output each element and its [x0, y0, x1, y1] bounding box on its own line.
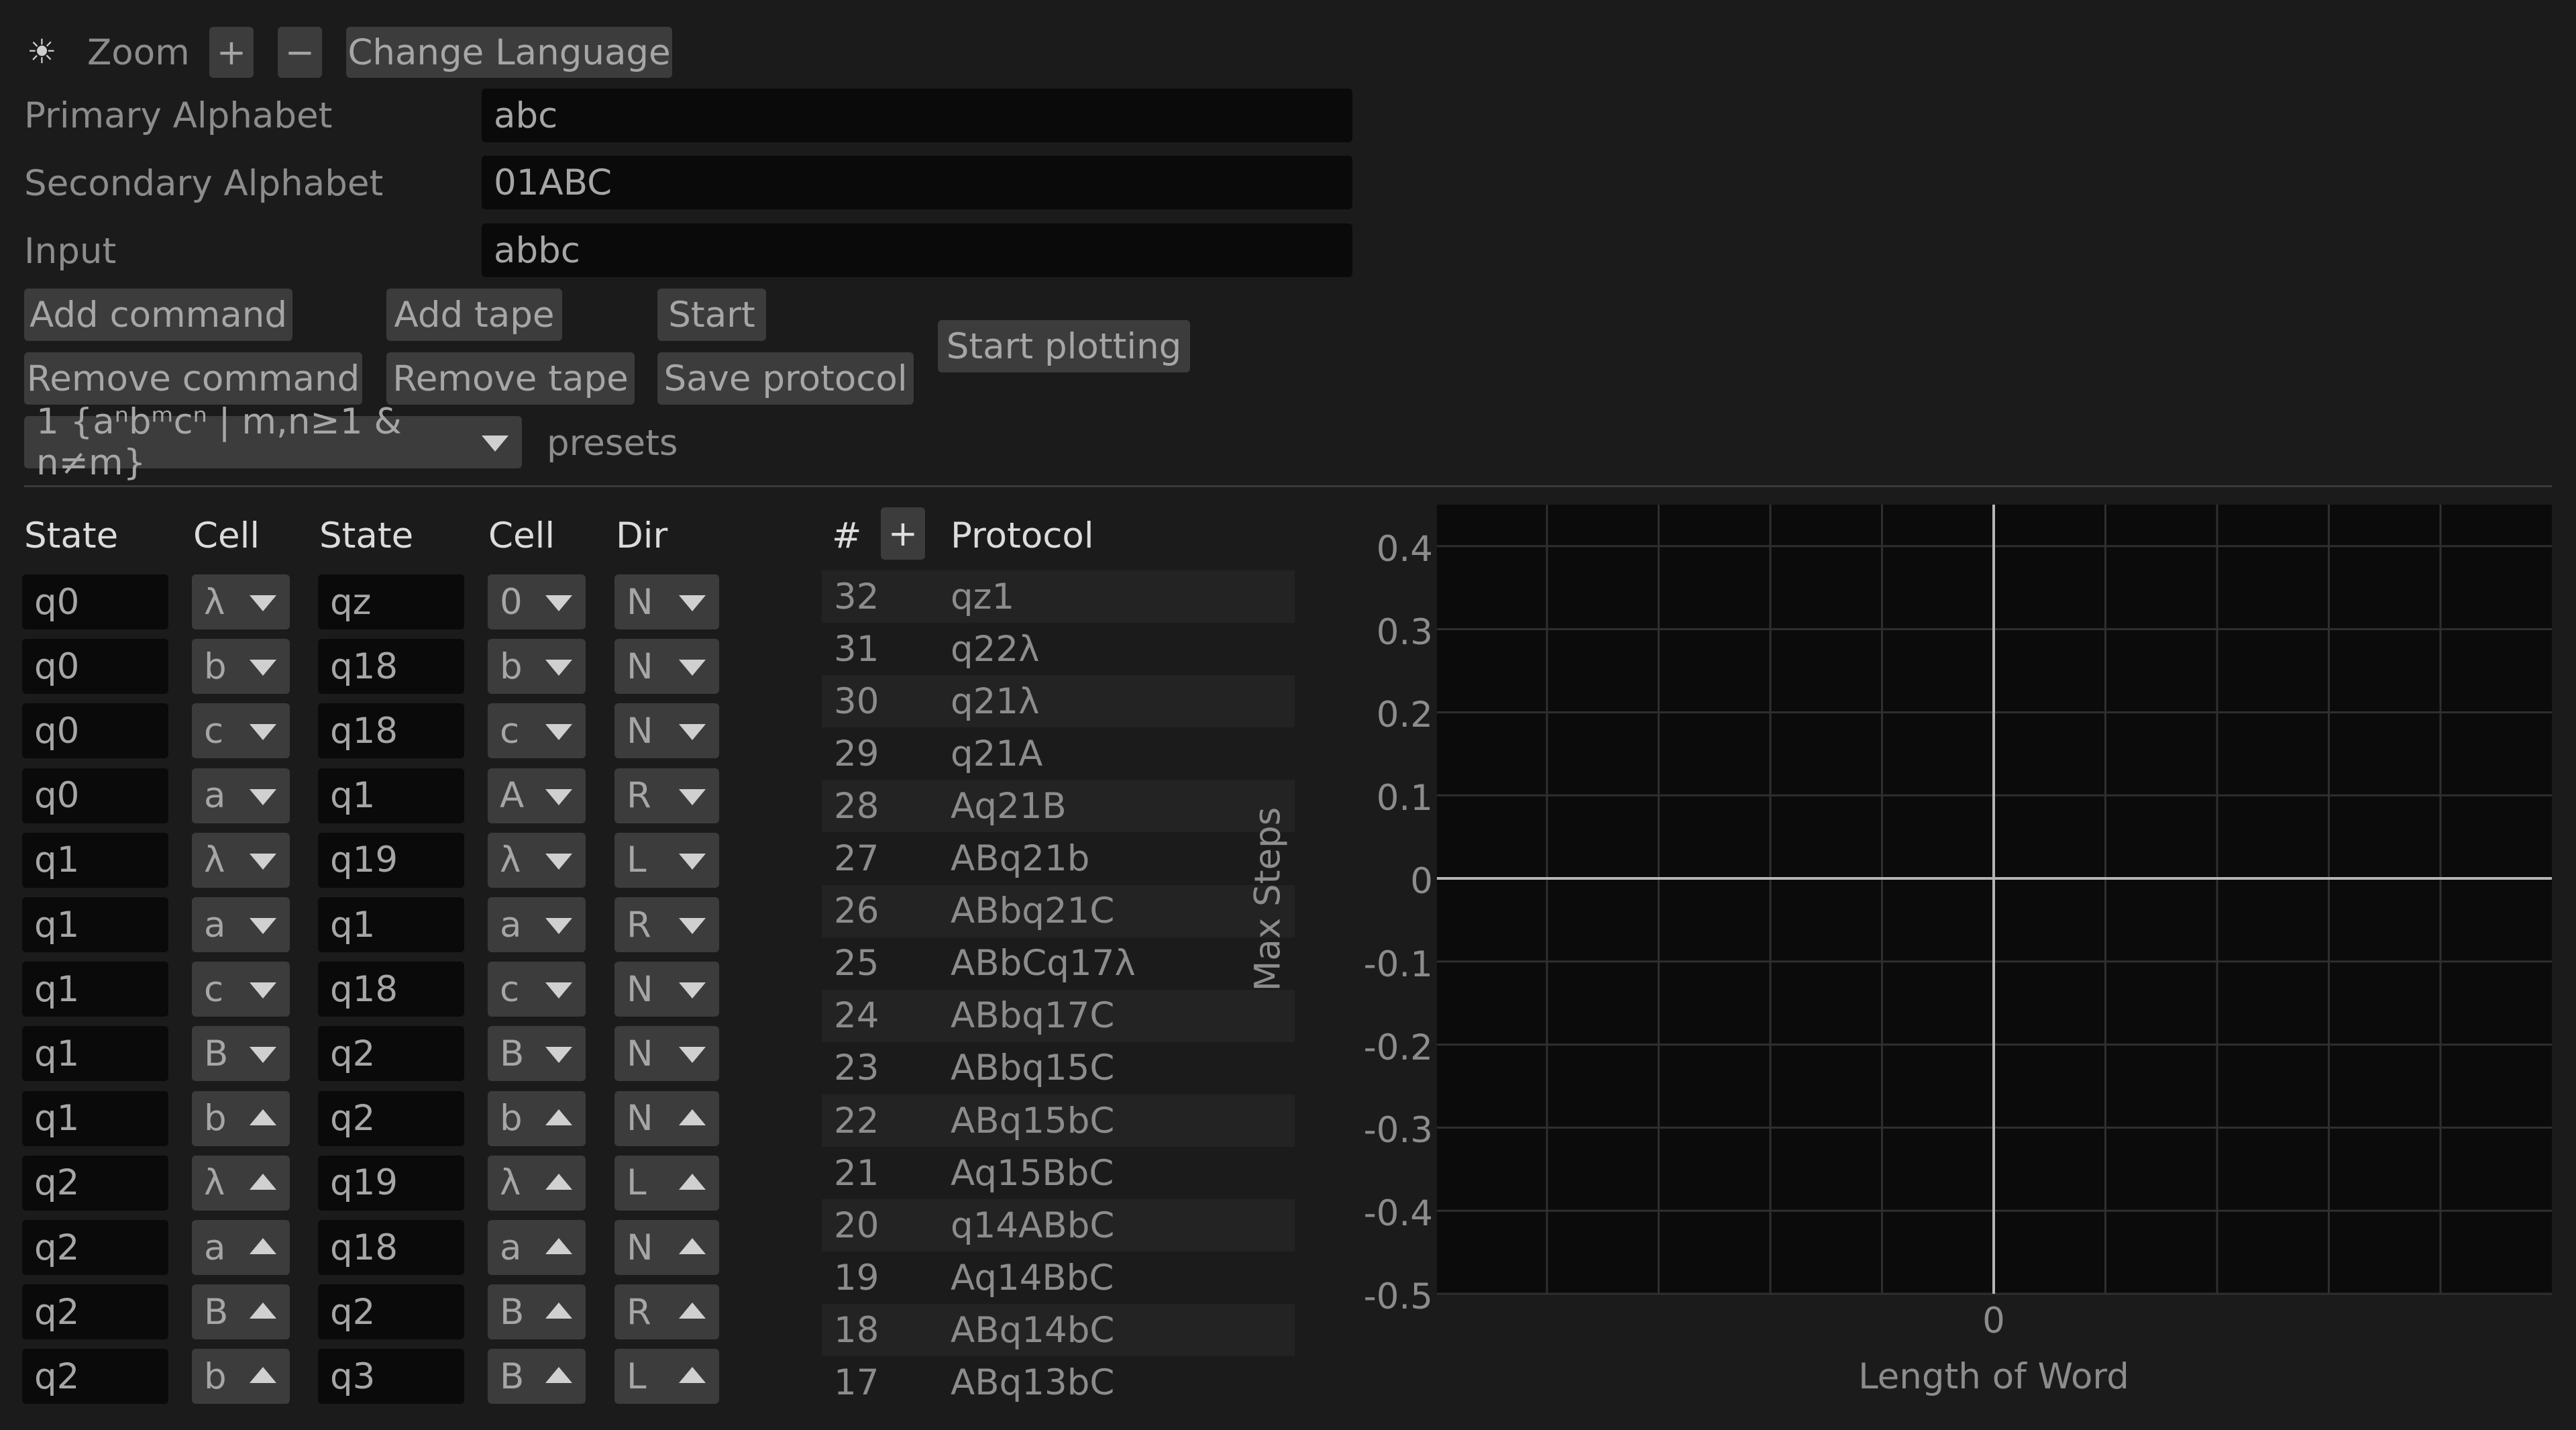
y-tick-label: -0.3 — [1363, 1110, 1433, 1152]
y-tick-label: 0 — [1410, 861, 1433, 903]
y-tick-label: -0.4 — [1363, 1193, 1433, 1235]
y-tick-label: -0.1 — [1363, 943, 1433, 985]
y-tick-label: 0.4 — [1376, 528, 1433, 570]
plot-svg — [1437, 505, 2552, 1295]
y-tick-label: -0.5 — [1363, 1276, 1433, 1317]
y-tick-label: 0.2 — [1376, 695, 1433, 736]
x-tick-label: 0 — [1982, 1300, 2005, 1341]
x-axis-label: Length of Word — [1858, 1356, 2129, 1397]
y-tick-label: 0.1 — [1376, 778, 1433, 819]
y-axis-label: Max Steps — [1247, 807, 1289, 992]
y-tick-label: 0.3 — [1376, 611, 1433, 653]
y-tick-label: -0.2 — [1363, 1027, 1433, 1068]
